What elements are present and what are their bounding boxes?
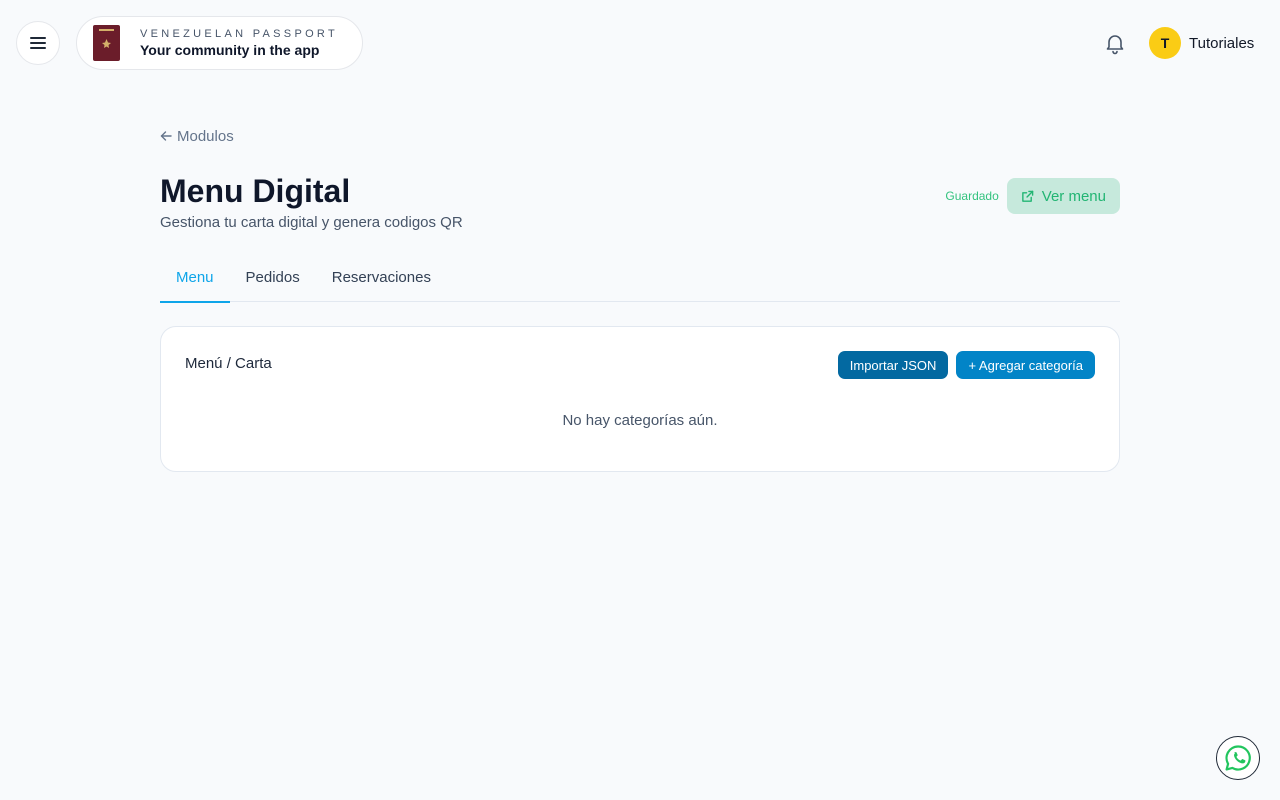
tab-pedidos[interactable]: Pedidos: [230, 257, 316, 302]
brand-tagline: Your community in the app: [140, 41, 320, 58]
tab-reservaciones[interactable]: Reservaciones: [316, 257, 447, 302]
bell-icon: [1106, 35, 1124, 55]
view-menu-button[interactable]: Ver menu: [1006, 178, 1120, 214]
brand-pill[interactable]: VENEZUELAN PASSPORT Your community in th…: [76, 16, 363, 70]
hamburger-menu-icon: [30, 37, 46, 49]
add-category-button[interactable]: + Agregar categoría: [956, 351, 1095, 379]
whatsapp-button[interactable]: [1216, 736, 1260, 780]
user-name: Tutoriales: [1189, 34, 1255, 52]
user-menu[interactable]: T Tutoriales: [1149, 27, 1254, 59]
arrow-left-icon: [160, 131, 172, 141]
card-title: Menú / Carta: [185, 355, 272, 372]
back-link[interactable]: Modulos: [160, 120, 234, 152]
avatar: T: [1149, 27, 1181, 59]
whatsapp-icon: [1225, 745, 1251, 771]
view-menu-label: Ver menu: [1041, 187, 1106, 205]
back-link-label: Modulos: [177, 127, 234, 145]
saved-status: Guardado: [945, 189, 999, 203]
page-header: Menu Digital Gestiona tu carta digital y…: [160, 171, 1120, 235]
notifications-button[interactable]: [1103, 31, 1127, 55]
menu-card: Menú / Carta Importar JSON + Agregar cat…: [160, 326, 1120, 472]
import-json-button[interactable]: Importar JSON: [837, 351, 949, 379]
tab-menu[interactable]: Menu: [160, 257, 230, 303]
hamburger-menu-button[interactable]: [16, 21, 60, 65]
page-subtitle: Gestiona tu carta digital y genera codig…: [160, 214, 463, 231]
external-link-icon: [1021, 190, 1034, 202]
brand-eyebrow: VENEZUELAN PASSPORT: [140, 28, 338, 41]
empty-state-message: No hay categorías aún.: [562, 412, 718, 429]
tab-bar: Menu Pedidos Reservaciones: [160, 257, 1120, 303]
top-bar: VENEZUELAN PASSPORT Your community in th…: [0, 0, 1280, 86]
main-content: Modulos Menu Digital Gestiona tu carta d…: [160, 120, 1120, 472]
passport-logo-icon: [93, 25, 120, 61]
